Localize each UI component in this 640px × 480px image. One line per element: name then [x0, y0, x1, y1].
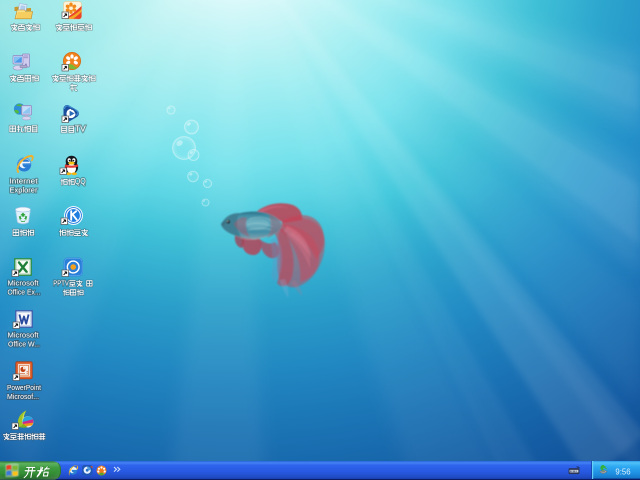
- svg-text:TV: TV: [75, 125, 87, 134]
- svg-text:Office Ex...: Office Ex...: [8, 288, 41, 297]
- svg-text:Microsof...: Microsof...: [7, 392, 39, 401]
- svg-text:PowerPoint: PowerPoint: [7, 383, 42, 392]
- svg-text:Explorer: Explorer: [10, 186, 38, 195]
- svg-text:PPTV: PPTV: [53, 279, 69, 288]
- svg-text:Microsoft: Microsoft: [8, 279, 40, 288]
- svg-text:Internet: Internet: [10, 177, 39, 186]
- svg-text:9:56: 9:56: [615, 467, 630, 476]
- svg-text:QQ: QQ: [75, 177, 86, 186]
- svg-text:Office W...: Office W...: [8, 340, 40, 349]
- svg-text:Microsoft: Microsoft: [8, 331, 40, 340]
